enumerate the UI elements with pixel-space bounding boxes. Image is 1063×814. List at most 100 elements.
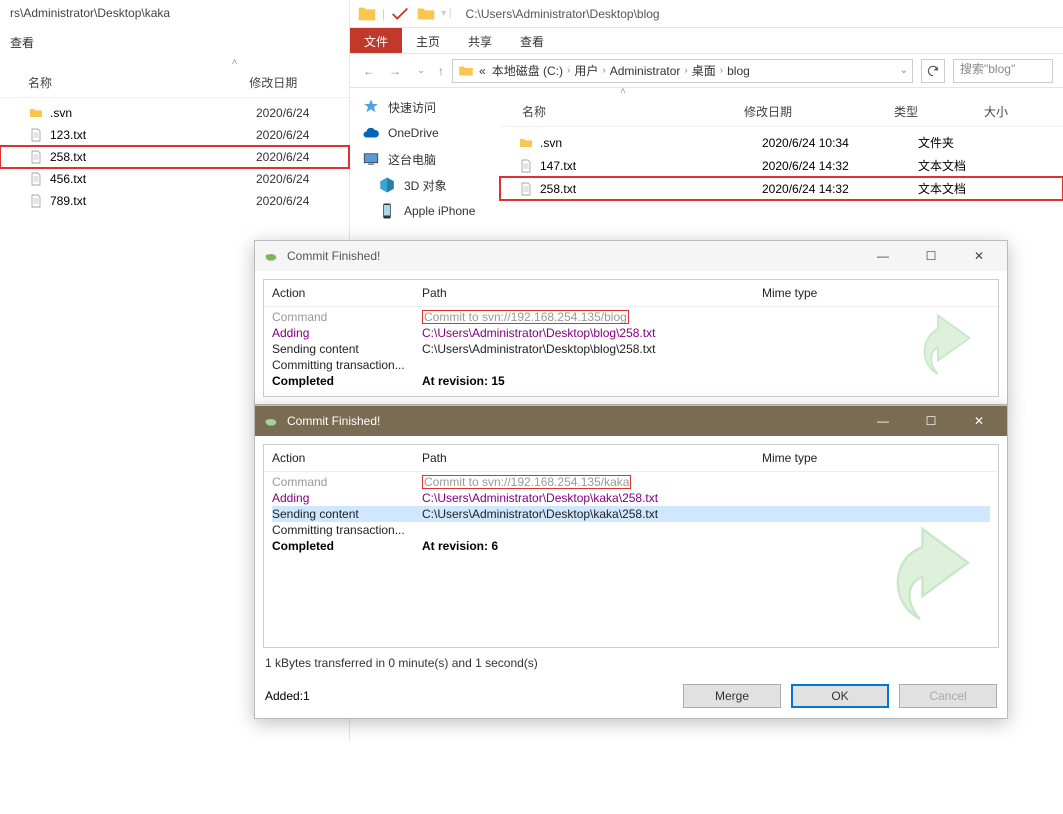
log-row-command[interactable]: Command Commit to svn://192.168.254.135/… <box>272 474 990 490</box>
star-icon <box>362 98 380 116</box>
file-name: 123.txt <box>50 128 250 142</box>
log-row-sending[interactable]: Sending content C:\Users\Administrator\D… <box>272 341 990 357</box>
sidebar-label: 快速访问 <box>388 99 436 116</box>
address-bar[interactable]: « 本地磁盘 (C:) › 用户 › Administrator › 桌面 › … <box>452 59 913 83</box>
file-name: .svn <box>50 106 250 120</box>
sort-indicator: ˄ <box>0 57 349 68</box>
log-row-adding[interactable]: Adding C:\Users\Administrator\Desktop\bl… <box>272 325 990 341</box>
log-rows: Command Commit to svn://192.168.254.135/… <box>264 307 998 391</box>
titlebar[interactable]: Commit Finished! — ☐ ✕ <box>255 241 1007 271</box>
sort-indicator: ˄ <box>500 86 1063 97</box>
log-headers: Action Path Mime type <box>264 445 998 472</box>
folder-icon <box>356 3 378 25</box>
col-mime[interactable]: Mime type <box>762 286 882 300</box>
refresh-icon[interactable] <box>921 59 945 83</box>
forward-icon[interactable]: → <box>386 64 404 78</box>
check-icon[interactable] <box>389 3 411 25</box>
file-item[interactable]: 258.txt2020/6/24 <box>0 146 349 168</box>
file-date: 2020/6/24 <box>256 172 309 186</box>
log-row-command[interactable]: Command Commit to svn://192.168.254.135/… <box>272 309 990 325</box>
sidebar-3d-objects[interactable]: 3D 对象 <box>350 172 500 198</box>
tortoise-icon <box>263 413 279 429</box>
col-action[interactable]: Action <box>272 451 422 465</box>
tab-view[interactable]: 查看 <box>506 28 558 53</box>
search-box[interactable]: 搜索"blog" <box>953 59 1053 83</box>
file-type: 文件夹 <box>918 134 1008 151</box>
file-item[interactable]: 258.txt2020/6/24 14:32文本文档 <box>500 177 1063 200</box>
history-dropdown-icon[interactable]: ⌄ <box>412 65 430 76</box>
tab-home[interactable]: 主页 <box>402 28 454 53</box>
folder-small-icon[interactable] <box>415 3 437 25</box>
sidebar-label: OneDrive <box>388 126 439 140</box>
merge-button[interactable]: Merge <box>683 684 781 708</box>
close-button[interactable]: ✕ <box>959 242 999 270</box>
file-icon <box>28 127 44 143</box>
maximize-button[interactable]: ☐ <box>911 242 951 270</box>
sidebar-this-pc[interactable]: 这台电脑 <box>350 146 500 172</box>
crumb-users[interactable]: 用户 <box>572 62 600 79</box>
maximize-button[interactable]: ☐ <box>911 407 951 435</box>
ribbon: 文件 主页 共享 查看 <box>350 28 1063 54</box>
file-icon <box>28 193 44 209</box>
titlebar: | ▾ | C:\Users\Administrator\Desktop\blo… <box>350 0 1063 28</box>
sidebar-label: 这台电脑 <box>388 151 436 168</box>
file-item[interactable]: 789.txt2020/6/24 <box>0 190 349 212</box>
file-item[interactable]: 456.txt 2020/6/24 <box>0 168 349 190</box>
file-date: 2020/6/24 14:32 <box>762 182 912 196</box>
chevron-down-icon[interactable]: ⌄ <box>900 65 908 76</box>
log-panel: Action Path Mime type Command Commit to … <box>263 279 999 397</box>
col-path[interactable]: Path <box>422 286 762 300</box>
crumb-desktop[interactable]: 桌面 <box>690 62 718 79</box>
sidebar-apple-iphone[interactable]: Apple iPhone <box>350 198 500 224</box>
col-date[interactable]: 修改日期 <box>249 74 339 91</box>
minimize-button[interactable]: — <box>863 242 903 270</box>
back-icon[interactable]: ← <box>360 64 378 78</box>
col-name[interactable]: 名称 <box>504 103 744 120</box>
sidebar-onedrive[interactable]: OneDrive <box>350 120 500 146</box>
chevron-right-icon[interactable]: › <box>602 65 605 76</box>
folder-icon <box>457 62 475 80</box>
col-size[interactable]: 大小 <box>984 103 1034 120</box>
crumb-disk[interactable]: 本地磁盘 (C:) <box>490 62 565 79</box>
titlebar[interactable]: Commit Finished! — ☐ ✕ <box>255 406 1007 436</box>
file-name: 147.txt <box>540 159 756 173</box>
chevron-right-icon[interactable]: › <box>567 65 570 76</box>
file-item[interactable]: .svn 2020/6/24 <box>0 102 349 124</box>
chevron-right-icon[interactable]: › <box>720 65 723 76</box>
file-item[interactable]: 123.txt 2020/6/24 <box>0 124 349 146</box>
commit-dialog-blog: Commit Finished! — ☐ ✕ Action Path Mime … <box>254 240 1008 405</box>
file-name: 456.txt <box>50 172 250 186</box>
ok-button[interactable]: OK <box>791 684 889 708</box>
menu-view[interactable]: 查看 <box>10 34 34 51</box>
file-item[interactable]: .svn2020/6/24 10:34文件夹 <box>500 131 1063 154</box>
tortoise-icon <box>263 248 279 264</box>
column-headers: 名称 修改日期 类型 大小 <box>500 97 1063 127</box>
file-date: 2020/6/24 <box>256 106 309 120</box>
chevron-right-icon[interactable]: › <box>684 65 687 76</box>
col-path[interactable]: Path <box>422 451 762 465</box>
log-row-committing[interactable]: Committing transaction... <box>272 357 990 373</box>
file-date: 2020/6/24 <box>256 128 309 142</box>
file-list: .svn 2020/6/24 123.txt 2020/6/24 258.txt2020… <box>0 98 349 212</box>
tab-share[interactable]: 共享 <box>454 28 506 53</box>
log-row-completed[interactable]: Completed At revision: 15 <box>272 373 990 389</box>
col-date[interactable]: 修改日期 <box>744 103 894 120</box>
crumb-prefix[interactable]: « <box>477 64 488 78</box>
crumb-folder[interactable]: blog <box>725 64 752 78</box>
crumb-admin[interactable]: Administrator <box>608 64 683 78</box>
up-icon[interactable]: ↑ <box>438 64 444 78</box>
tab-file[interactable]: 文件 <box>350 28 402 53</box>
minimize-button[interactable]: — <box>863 407 903 435</box>
file-name: 258.txt <box>540 182 756 196</box>
log-row-adding[interactable]: Adding C:\Users\Administrator\Desktop\ka… <box>272 490 990 506</box>
close-button[interactable]: ✕ <box>959 407 999 435</box>
col-name[interactable]: 名称 <box>10 74 249 91</box>
menu-bar: 查看 <box>0 26 349 59</box>
col-action[interactable]: Action <box>272 286 422 300</box>
file-item[interactable]: 147.txt2020/6/24 14:32文本文档 <box>500 154 1063 177</box>
transfer-status: 1 kBytes transferred in 0 minute(s) and … <box>255 652 1007 674</box>
sidebar-quick-access[interactable]: 快速访问 <box>350 94 500 120</box>
col-mime[interactable]: Mime type <box>762 451 882 465</box>
file-type: 文本文档 <box>918 157 1008 174</box>
col-type[interactable]: 类型 <box>894 103 984 120</box>
